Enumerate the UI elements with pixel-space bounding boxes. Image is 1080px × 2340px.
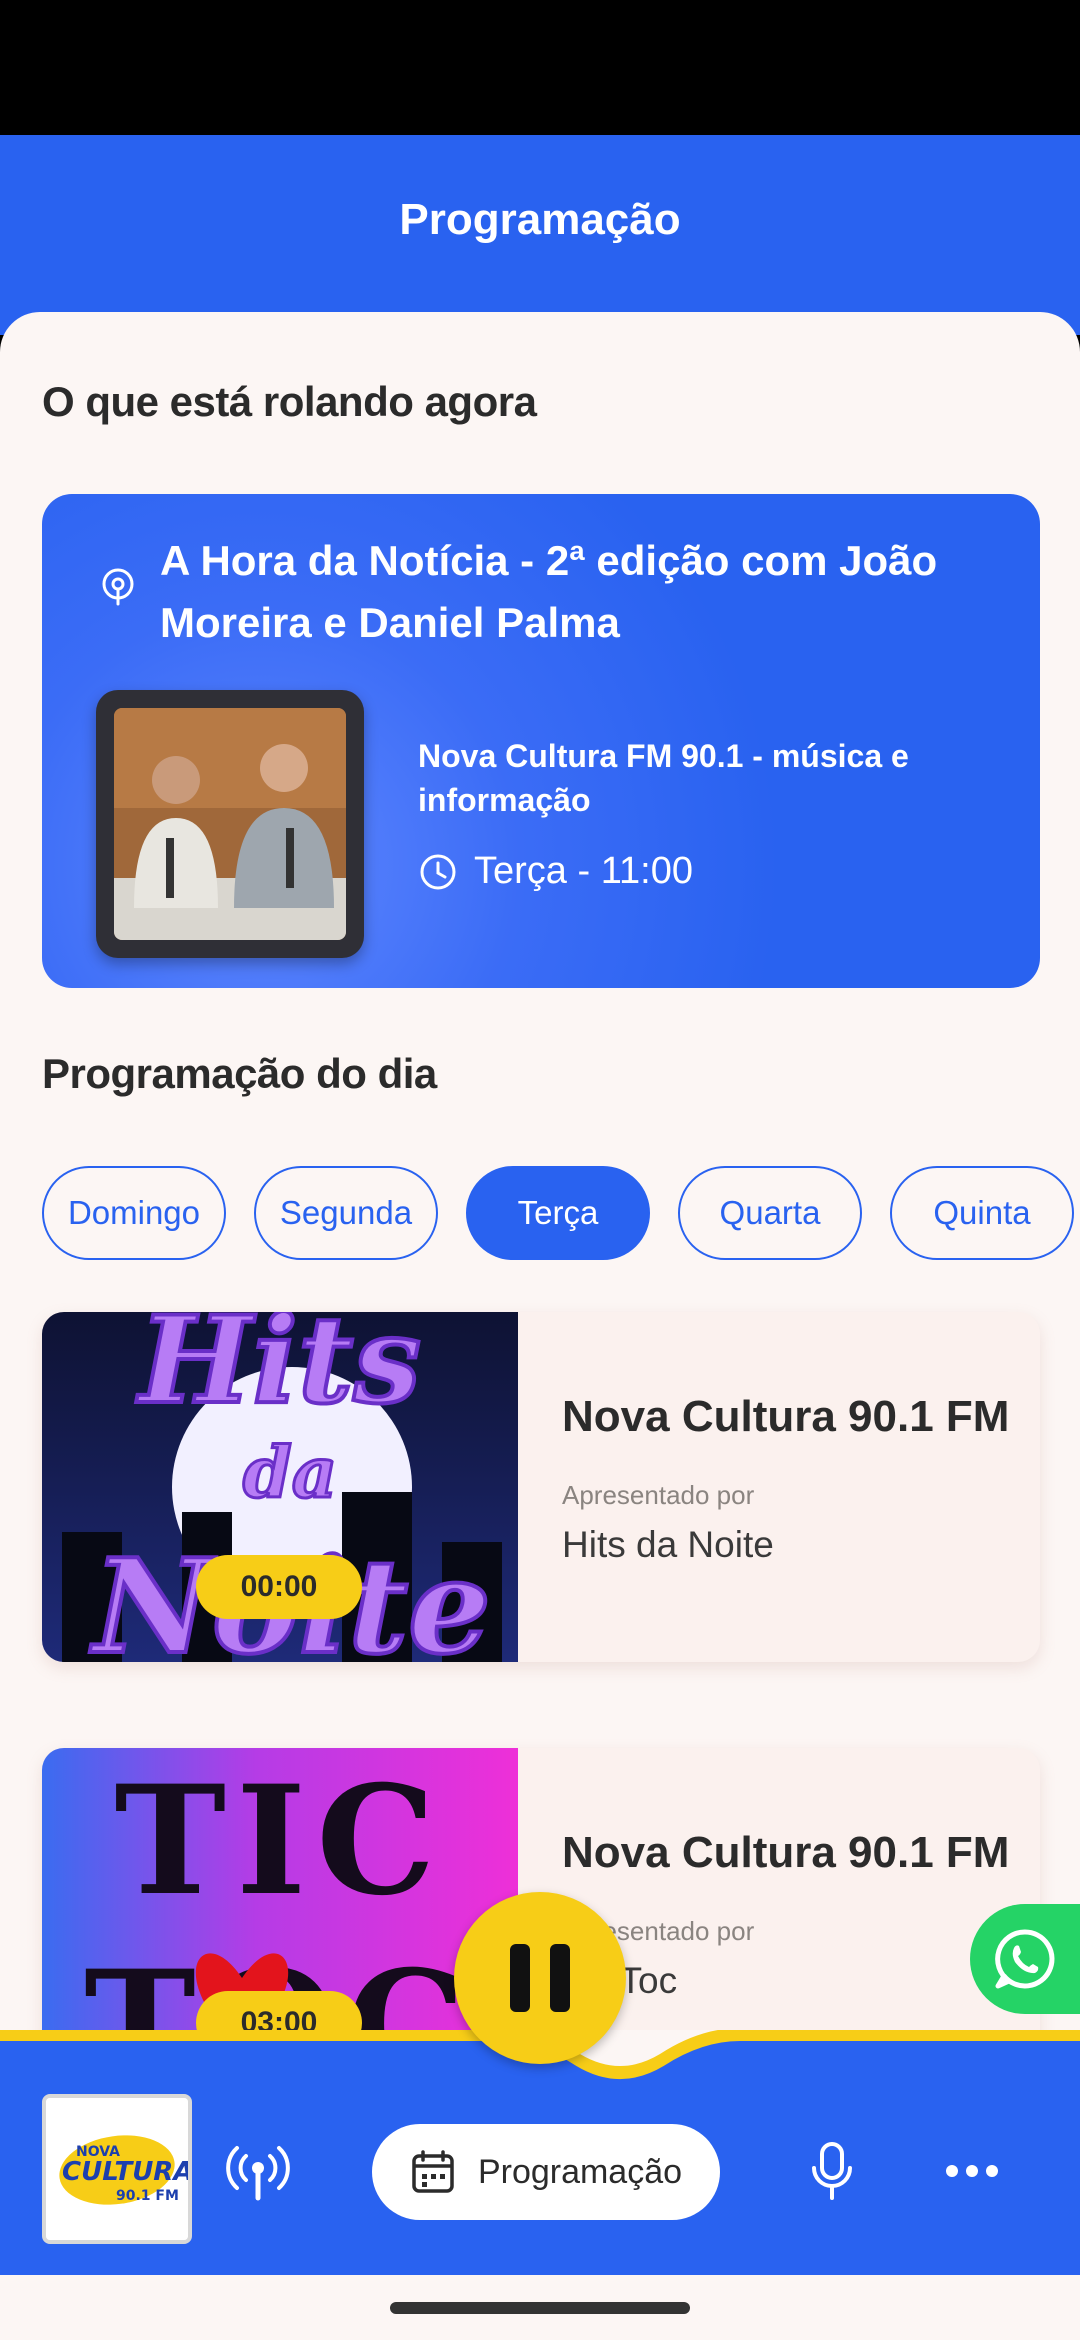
program-host: Hits da Noite — [562, 1524, 774, 1565]
now-playing-time-row: Terça - 11:00 — [418, 850, 693, 893]
whatsapp-icon — [995, 1929, 1055, 1989]
art-text-da: da — [243, 1431, 337, 1514]
now-playing-section-title: O que está rolando agora — [42, 378, 537, 425]
microphone-icon[interactable] — [806, 2140, 858, 2204]
station-logo[interactable]: NOVA CULTURA 90.1 FM — [42, 2094, 192, 2244]
art-text-tic: TIC — [114, 1753, 445, 1929]
program-thumbnail — [114, 708, 346, 940]
nav-programacao-button[interactable]: Programação — [372, 2124, 720, 2220]
program-name: Nova Cultura 90.1 FM — [562, 1828, 1010, 1877]
home-indicator[interactable] — [390, 2302, 690, 2314]
day-chip-quarta[interactable]: Quarta — [678, 1166, 862, 1260]
now-playing-time: Terça - 11:00 — [474, 850, 693, 892]
now-playing-station: Nova Cultura FM 90.1 - música e informaç… — [418, 738, 909, 818]
day-chip-segunda[interactable]: Segunda — [254, 1166, 438, 1260]
whatsapp-button[interactable] — [970, 1904, 1080, 2014]
app-header: Programação — [0, 135, 1080, 335]
program-card[interactable]: Hits da Noite 00:00 Nova Cultura 90.1 FM… — [42, 1312, 1040, 1662]
day-chip-terca[interactable]: Terça — [466, 1166, 650, 1260]
main-content[interactable]: O que está rolando agora A Hora da Notíc… — [0, 312, 1080, 2072]
logo-text-freq: 90.1 FM — [116, 2188, 179, 2204]
calendar-icon — [412, 2150, 454, 2193]
program-name: Nova Cultura 90.1 FM — [562, 1392, 1010, 1441]
pause-button[interactable] — [454, 1892, 626, 2064]
nav-programacao-label: Programação — [477, 2152, 683, 2191]
logo-text-cultura: CULTURA — [62, 2157, 188, 2187]
day-selector: Domingo Segunda Terça Quarta Quinta — [42, 1166, 1080, 1260]
now-playing-card[interactable]: A Hora da Notícia - 2ª edição com João M… — [42, 494, 1040, 988]
program-time-badge: 00:00 — [196, 1555, 362, 1619]
day-chip-domingo[interactable]: Domingo — [42, 1166, 226, 1260]
clock-icon — [420, 854, 456, 889]
podcast-pin-icon — [102, 568, 134, 606]
presented-by-label: Apresentado por — [562, 1480, 755, 1510]
page-title: Programação — [399, 195, 681, 244]
program-thumbnail-frame — [96, 690, 364, 958]
radio-broadcast-icon[interactable] — [226, 2140, 290, 2204]
art-text-hits: Hits — [136, 1312, 421, 1431]
schedule-section-title: Programação do dia — [42, 1050, 437, 1097]
now-playing-program-title: A Hora da Notícia - 2ª edição com João M… — [160, 537, 938, 646]
more-dots-icon[interactable] — [944, 2158, 1000, 2184]
status-bar — [0, 0, 1080, 135]
day-chip-quinta[interactable]: Quinta — [890, 1166, 1074, 1260]
